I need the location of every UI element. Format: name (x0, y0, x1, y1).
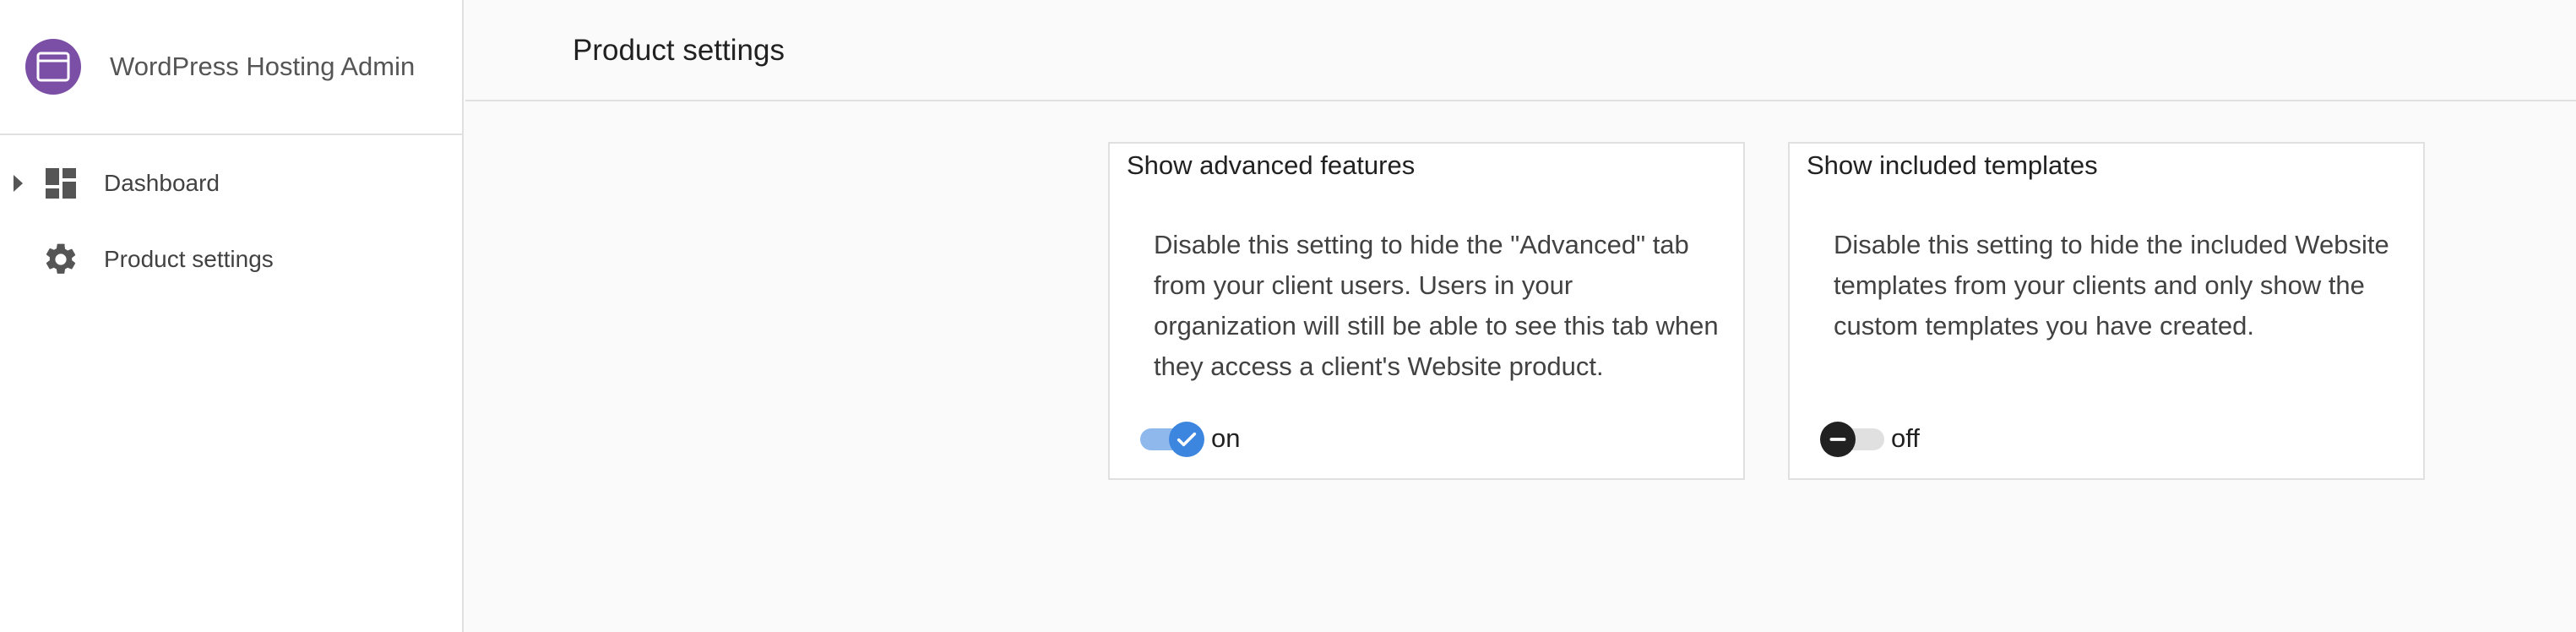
setting-card-included-templates: Show included templates Disable this set… (1788, 142, 2425, 480)
brand-header: WordPress Hosting Admin (0, 0, 462, 135)
page-header: Product settings (465, 0, 2576, 101)
setting-description: Disable this setting to hide the "Advanc… (1154, 230, 1719, 381)
setting-card-advanced-features: Show advanced features Disable this sett… (1108, 142, 1745, 480)
setting-title: Show included templates (1807, 150, 2098, 180)
sidebar-item-product-settings[interactable]: Product settings (0, 221, 462, 297)
advanced-features-toggle[interactable]: on (1140, 418, 1240, 459)
gear-icon (42, 241, 79, 278)
toggle-state-label: on (1211, 423, 1241, 453)
sidebar-item-dashboard[interactable]: Dashboard (0, 145, 462, 221)
toggle-switch[interactable] (1820, 418, 1884, 459)
check-icon[interactable] (1169, 422, 1204, 457)
minus-icon[interactable] (1820, 422, 1856, 457)
app-root: WordPress Hosting Admin Dashboard Produc… (0, 0, 2576, 632)
setting-title: Show advanced features (1127, 150, 1416, 180)
sidebar-item-label: Dashboard (104, 170, 220, 196)
page-title: Product settings (573, 34, 785, 67)
toggle-state-label: off (1891, 423, 1920, 453)
included-templates-toggle[interactable]: off (1820, 418, 1920, 459)
caret-right-icon[interactable] (14, 175, 23, 192)
browser-window-icon (25, 39, 81, 95)
sidebar-nav: Dashboard Product settings (0, 135, 462, 297)
setting-description: Disable this setting to hide the include… (1834, 230, 2389, 341)
dashboard-icon (42, 165, 79, 202)
sidebar: WordPress Hosting Admin Dashboard Produc… (0, 0, 464, 632)
toggle-switch[interactable] (1140, 418, 1204, 459)
sidebar-item-label: Product settings (104, 246, 274, 272)
app-title: WordPress Hosting Admin (110, 52, 416, 81)
